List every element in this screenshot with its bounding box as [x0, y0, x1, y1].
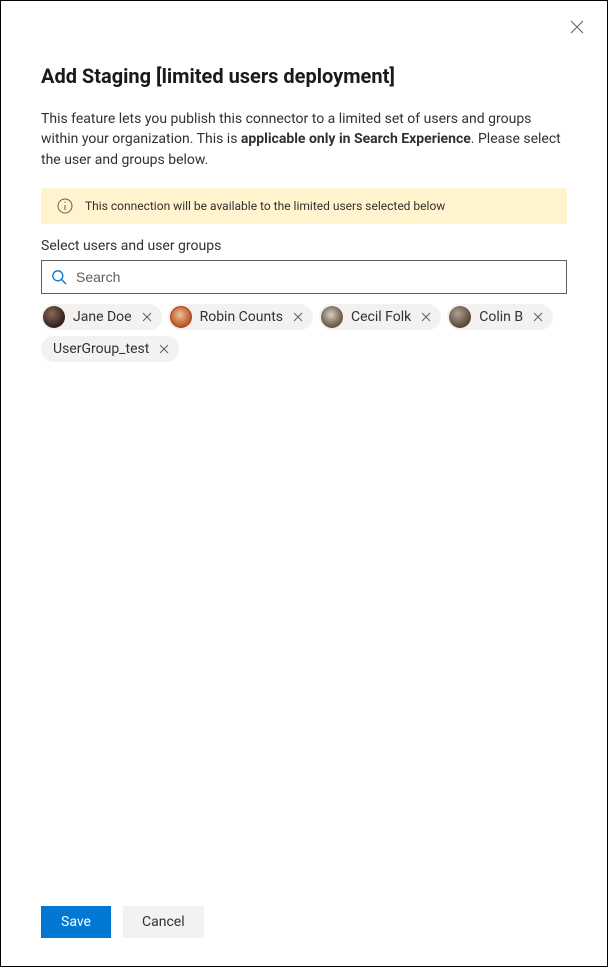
chip-label: Jane Doe — [71, 309, 132, 325]
chip[interactable]: Cecil Folk — [319, 304, 441, 330]
close-icon — [570, 20, 584, 34]
avatar — [449, 306, 471, 328]
chip-remove-button[interactable] — [138, 308, 156, 326]
avatar — [43, 306, 65, 328]
chip-label: Colin B — [477, 309, 523, 325]
close-icon — [421, 312, 431, 322]
chip-label: Robin Counts — [198, 309, 283, 325]
panel-content: Add Staging [limited users deployment] T… — [1, 1, 607, 362]
search-box[interactable] — [41, 260, 567, 294]
close-icon — [159, 344, 169, 354]
page-title: Add Staging [limited users deployment] — [41, 63, 567, 89]
search-icon — [50, 268, 68, 286]
info-banner-text: This connection will be available to the… — [85, 199, 445, 213]
avatar — [170, 306, 192, 328]
chip-remove-button[interactable] — [155, 340, 173, 358]
close-icon — [533, 312, 543, 322]
chip-label: UserGroup_test — [51, 341, 149, 357]
chip-remove-button[interactable] — [289, 308, 307, 326]
selector-label: Select users and user groups — [41, 238, 567, 254]
chip[interactable]: UserGroup_test — [41, 336, 179, 362]
chip-label: Cecil Folk — [349, 309, 411, 325]
chip[interactable]: Colin B — [447, 304, 553, 330]
chip[interactable]: Robin Counts — [168, 304, 313, 330]
save-button[interactable]: Save — [41, 906, 111, 938]
avatar — [321, 306, 343, 328]
close-icon — [293, 312, 303, 322]
description-bold: applicable only in Search Experience — [241, 131, 471, 147]
cancel-button[interactable]: Cancel — [123, 906, 204, 938]
close-icon — [142, 312, 152, 322]
close-button[interactable] — [569, 19, 585, 35]
chip[interactable]: Jane Doe — [41, 304, 162, 330]
chip-remove-button[interactable] — [529, 308, 547, 326]
footer: Save Cancel — [1, 886, 607, 966]
description-text: This feature lets you publish this conne… — [41, 109, 567, 170]
chip-remove-button[interactable] — [417, 308, 435, 326]
search-input[interactable] — [76, 269, 558, 285]
info-banner: This connection will be available to the… — [41, 188, 567, 224]
info-icon — [57, 198, 73, 214]
chips-container: Jane Doe Robin Counts Cecil Folk Colin B Use… — [41, 304, 567, 362]
